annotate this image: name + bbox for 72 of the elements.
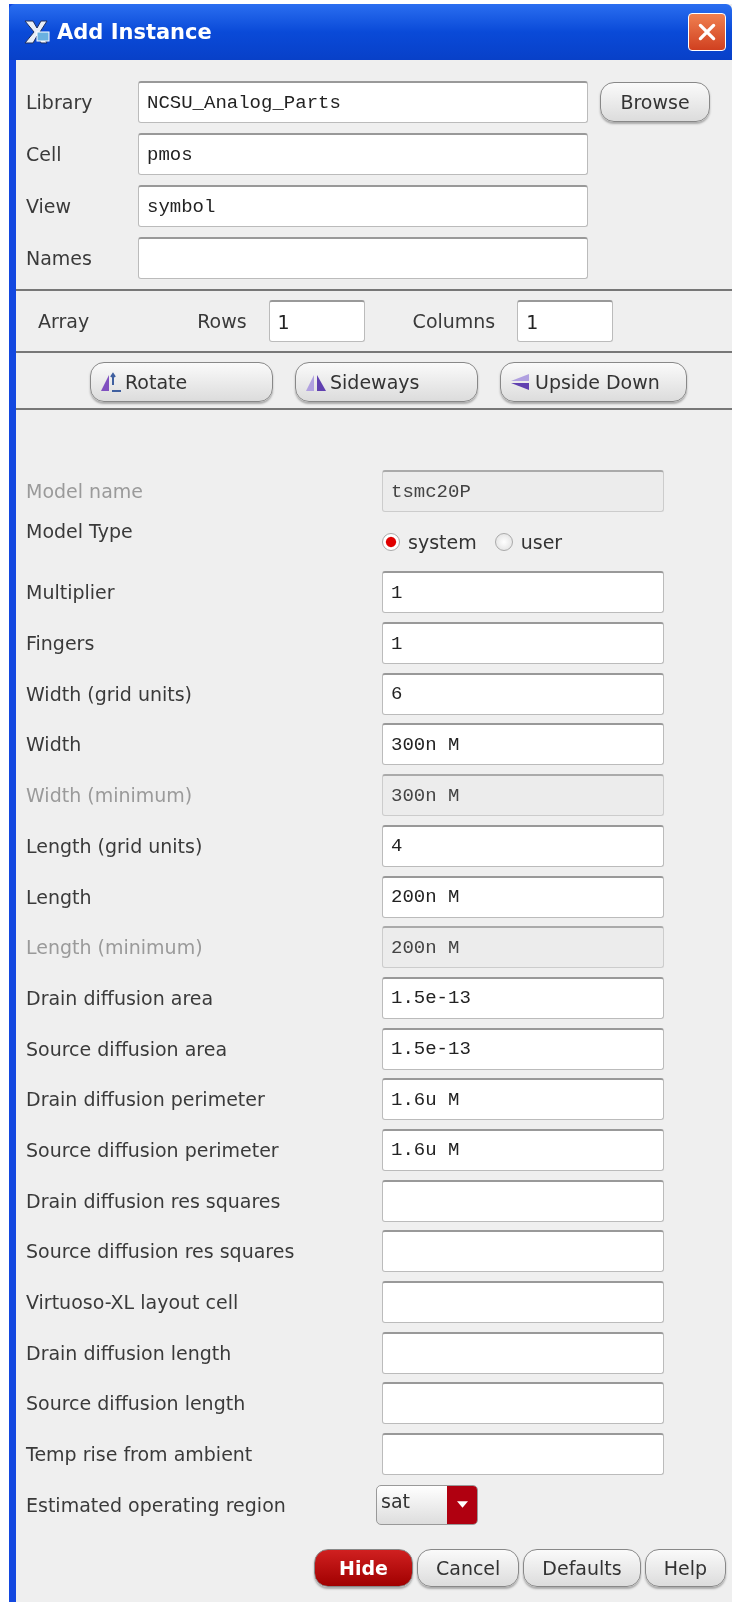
window-title: Add Instance — [57, 20, 213, 44]
parameter-label: Virtuoso-XL layout cell — [26, 1291, 240, 1313]
parameter-label: Drain diffusion area — [26, 986, 215, 1009]
input-field: 200n M — [382, 926, 664, 969]
parameter-label: Model Type — [26, 519, 134, 542]
parameter-label: Drain diffusion res squares — [26, 1189, 282, 1212]
input-field[interactable]: 200n M — [382, 875, 664, 918]
app-icon — [23, 18, 51, 46]
parameter-label: Drain diffusion perimeter — [26, 1088, 266, 1111]
input-field[interactable] — [382, 1179, 664, 1222]
input-field[interactable] — [138, 237, 588, 279]
input-field[interactable]: 4 — [382, 824, 664, 867]
parameter-label: Temp rise from ambient — [26, 1443, 254, 1466]
radio-button[interactable] — [494, 532, 513, 551]
columns-field[interactable]: 1 — [517, 300, 614, 342]
parameter-label: Source diffusion length — [26, 1392, 247, 1415]
field-label: View — [26, 195, 73, 217]
parameter-label: Length — [26, 885, 93, 908]
radio-button[interactable] — [382, 532, 400, 551]
radio-label[interactable]: system — [408, 530, 477, 553]
input-field[interactable] — [382, 1331, 664, 1374]
input-field[interactable]: 6 — [382, 672, 664, 715]
input-field[interactable]: symbol — [138, 185, 588, 227]
input-field[interactable] — [382, 1230, 664, 1273]
rotate-button[interactable]: Rotate — [90, 362, 273, 402]
field-label: Library — [26, 91, 94, 113]
caret-icon — [456, 1501, 468, 1509]
columns-label: Columns — [412, 310, 496, 332]
input-field[interactable]: 1.5e-13 — [382, 1027, 664, 1070]
rows-field[interactable]: 1 — [268, 300, 365, 342]
dialog-button[interactable]: Help — [644, 1548, 726, 1587]
input-field[interactable] — [382, 1281, 664, 1323]
close-button[interactable] — [688, 13, 726, 51]
input-field[interactable]: pmos — [138, 133, 588, 175]
rows-label: Rows — [197, 310, 247, 332]
array-label: Array — [38, 310, 90, 332]
parameter-label: Length (grid units) — [26, 834, 204, 857]
field-label: Cell — [26, 143, 63, 165]
dialog-button[interactable]: Hide — [314, 1548, 413, 1587]
parameter-label: Length (minimum) — [26, 936, 204, 959]
parameter-label: Width — [26, 733, 83, 756]
parameter-label: Width (grid units) — [26, 682, 194, 705]
parameter-label: Source diffusion res squares — [26, 1240, 296, 1263]
parameter-label: Width (minimum) — [26, 784, 194, 807]
sideways-button[interactable]: Sideways — [295, 362, 478, 402]
browse-button[interactable]: Browse — [600, 82, 710, 122]
close-icon — [696, 21, 718, 43]
dropdown[interactable]: sat — [376, 1484, 478, 1525]
parameter-label: Source diffusion area — [26, 1037, 229, 1060]
upside-down-button[interactable]: Upside Down — [500, 362, 687, 402]
input-field[interactable]: 300n M — [382, 723, 664, 766]
parameter-label: Fingers — [26, 632, 96, 655]
parameter-label: Source diffusion perimeter — [26, 1138, 280, 1161]
dialog-button[interactable]: Cancel — [416, 1548, 520, 1587]
parameter-label: Estimated operating region — [26, 1493, 287, 1516]
field-label: Names — [26, 247, 93, 269]
input-field[interactable]: 1 — [382, 571, 664, 614]
input-field[interactable]: 1.6u M — [382, 1128, 664, 1171]
input-field[interactable]: 1 — [382, 622, 664, 665]
input-field: 300n M — [382, 774, 664, 817]
dialog-button[interactable]: Defaults — [523, 1548, 641, 1587]
input-field[interactable]: NCSU_Analog_Parts — [138, 81, 588, 123]
parameter-label: Drain diffusion length — [26, 1341, 233, 1364]
input-field[interactable]: 1.5e-13 — [382, 976, 664, 1019]
input-field[interactable]: 1.6u M — [382, 1078, 664, 1121]
input-field[interactable] — [382, 1433, 664, 1476]
input-field: tsmc20P — [382, 470, 664, 512]
rotate-icon — [99, 371, 123, 393]
parameter-label: Multiplier — [26, 581, 116, 604]
parameter-label: Model name — [26, 480, 144, 502]
radio-label[interactable]: user — [520, 530, 563, 553]
input-field[interactable] — [382, 1382, 664, 1425]
